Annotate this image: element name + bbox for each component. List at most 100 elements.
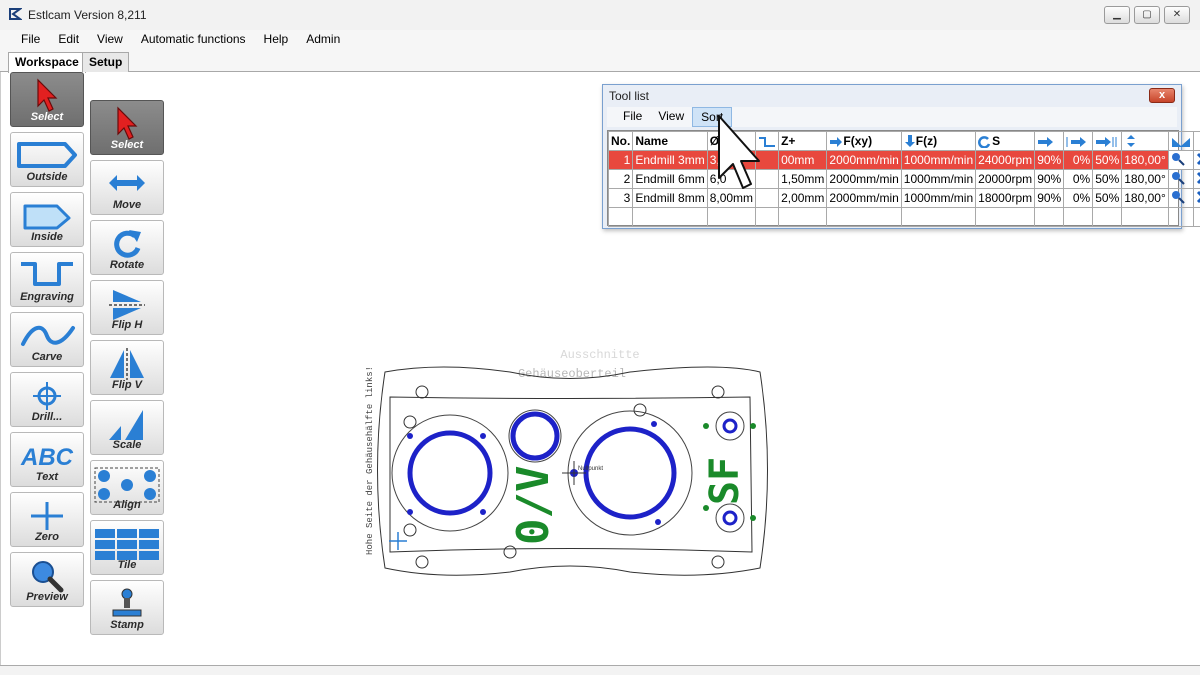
row-spindle[interactable]: 24000rpm	[975, 150, 1036, 170]
transform-tile-button[interactable]: Tile	[90, 520, 164, 575]
empty-cell	[632, 207, 708, 227]
menu-admin[interactable]: Admin	[297, 30, 349, 50]
row-fxy[interactable]: 2000mm/min	[826, 188, 902, 208]
tool-inside-button[interactable]: Inside	[10, 192, 84, 247]
row-angle[interactable]: 180,00°	[1121, 150, 1169, 170]
menu-file[interactable]: File	[12, 30, 49, 50]
tool-list-menu-view[interactable]: View	[650, 107, 692, 127]
tool-list-title: Tool list	[609, 89, 650, 103]
tool-label: Preview	[26, 591, 68, 603]
tool-label: Text	[35, 471, 59, 483]
col-header-feed-1[interactable]	[1034, 131, 1065, 151]
empty-cell	[1063, 207, 1094, 227]
up-down-arrow-icon	[1127, 135, 1136, 148]
row-zplus[interactable]: 00mm	[778, 150, 828, 170]
row-fz[interactable]: 1000mm/min	[900, 150, 977, 170]
row-p1[interactable]: 90%	[1034, 169, 1065, 189]
row-name[interactable]: Endmill 3mm	[632, 150, 708, 170]
menu-edit[interactable]: Edit	[49, 30, 88, 50]
table-row[interactable]: 3 Endmill 8mm 8,00mm 2,00mm 2000mm/min 1…	[607, 188, 1200, 208]
row-angle[interactable]: 180,00°	[1121, 169, 1169, 189]
small-circle-cutout	[510, 411, 560, 461]
row-zplus[interactable]: 2,00mm	[778, 188, 828, 208]
transform-stamp-button[interactable]: Stamp	[90, 580, 164, 635]
row-p1[interactable]: 90%	[1034, 188, 1065, 208]
col-header-feed-3[interactable]	[1092, 131, 1123, 151]
row-fxy[interactable]: 2000mm/min	[826, 169, 902, 189]
row-angle[interactable]: 180,00°	[1121, 188, 1169, 208]
row-search-cell[interactable]	[1167, 188, 1194, 208]
row-delete-cell[interactable]	[1192, 188, 1200, 208]
row-name[interactable]: Endmill 8mm	[632, 188, 708, 208]
row-fxy[interactable]: 2000mm/min	[826, 150, 902, 170]
tab-setup[interactable]: Setup	[82, 52, 130, 72]
transform-align-button[interactable]: Align	[90, 460, 164, 515]
tool-preview-button[interactable]: Preview	[10, 552, 84, 607]
row-p3[interactable]: 50%	[1092, 188, 1123, 208]
mount-hole	[403, 523, 417, 537]
tool-list-close-button[interactable]: x	[1149, 88, 1175, 103]
row-fz[interactable]: 1000mm/min	[900, 188, 977, 208]
row-spindle[interactable]: 20000rpm	[975, 169, 1036, 189]
menu-view[interactable]: View	[88, 30, 132, 50]
row-p3[interactable]: 50%	[1092, 150, 1123, 170]
transform-select-button[interactable]: Select	[90, 100, 164, 155]
col-header-zplus[interactable]: Z+	[778, 131, 828, 151]
row-p3[interactable]: 50%	[1092, 169, 1123, 189]
tab-workspace[interactable]: Workspace	[8, 52, 86, 73]
tool-select-button[interactable]: Select	[10, 72, 84, 127]
tool-label: Align	[113, 499, 141, 511]
tool-label: Scale	[112, 439, 142, 451]
row-delete-cell[interactable]	[1192, 150, 1200, 170]
tool-label: Outside	[26, 171, 68, 183]
transform-move-button[interactable]: Move	[90, 160, 164, 215]
col-header-name[interactable]: Name	[632, 131, 708, 151]
row-fz[interactable]: 1000mm/min	[900, 169, 977, 189]
tool-engraving-button[interactable]: Engraving	[10, 252, 84, 307]
magnifier-icon	[32, 561, 64, 593]
col-header-feed-2[interactable]	[1063, 131, 1094, 151]
row-search-cell[interactable]	[1167, 150, 1194, 170]
drawing-side-text: Hohe Seite der Gehäusehälfte links!	[365, 366, 375, 555]
table-row[interactable]: 2 Endmill 6mm 6,0 1,50mm 2000mm/min 1000…	[607, 169, 1200, 189]
tool-carve-button[interactable]: Carve	[10, 312, 84, 367]
col-header-angle[interactable]	[1167, 131, 1194, 151]
row-spindle[interactable]: 18000rpm	[975, 188, 1036, 208]
transform-rotate-button[interactable]: Rotate	[90, 220, 164, 275]
tool-label: Drill...	[31, 411, 63, 423]
table-row-empty[interactable]	[607, 207, 1200, 227]
table-row[interactable]: 1 Endmill 3mm 3,0 00mm 2000mm/min 1000mm…	[607, 150, 1200, 170]
transform-flip-h-button[interactable]: Flip H	[90, 280, 164, 335]
row-zplus[interactable]: 1,50mm	[778, 169, 828, 189]
tool-list-menu-file[interactable]: File	[615, 107, 650, 127]
close-button[interactable]: ✕	[1164, 6, 1190, 24]
row-search-cell[interactable]	[1167, 169, 1194, 189]
menu-help[interactable]: Help	[255, 30, 298, 50]
row-p2[interactable]: 0%	[1063, 169, 1094, 189]
transform-scale-button[interactable]: Scale	[90, 400, 164, 455]
col-header-fxy[interactable]: F(xy)	[826, 131, 902, 151]
tool-outside-button[interactable]: Outside	[10, 132, 84, 187]
spindle-rotate-icon	[978, 135, 991, 148]
cad-drawing[interactable]: Ausschnitte Gehäuseoberteil Hohe Seite d…	[360, 340, 780, 580]
tool-text-button[interactable]: ABC Text	[10, 432, 84, 487]
transform-flip-v-button[interactable]: Flip V	[90, 340, 164, 395]
col-header-no[interactable]: No.	[607, 131, 634, 151]
col-header-fz[interactable]: F(z)	[900, 131, 977, 151]
row-delete-cell[interactable]	[1192, 169, 1200, 189]
arrow-right-icon	[1038, 136, 1054, 147]
restore-button[interactable]: ▢	[1134, 6, 1160, 24]
minimize-button[interactable]: ▁	[1104, 6, 1130, 24]
menu-automatic-functions[interactable]: Automatic functions	[132, 30, 255, 50]
col-header-spindle[interactable]: S	[975, 131, 1036, 151]
col-header-depth[interactable]	[1121, 131, 1169, 151]
row-p2[interactable]: 0%	[1063, 188, 1094, 208]
row-name[interactable]: Endmill 6mm	[632, 169, 708, 189]
row-no: 3	[607, 188, 634, 208]
row-p2[interactable]: 0%	[1063, 150, 1094, 170]
tool-drill-button[interactable]: Drill...	[10, 372, 84, 427]
tool-zero-button[interactable]: Zero	[10, 492, 84, 547]
row-p1[interactable]: 90%	[1034, 150, 1065, 170]
screw-hole	[651, 421, 657, 427]
table-header-row: No. Name Ø Z+ F(xy) F(z) S	[607, 131, 1200, 151]
